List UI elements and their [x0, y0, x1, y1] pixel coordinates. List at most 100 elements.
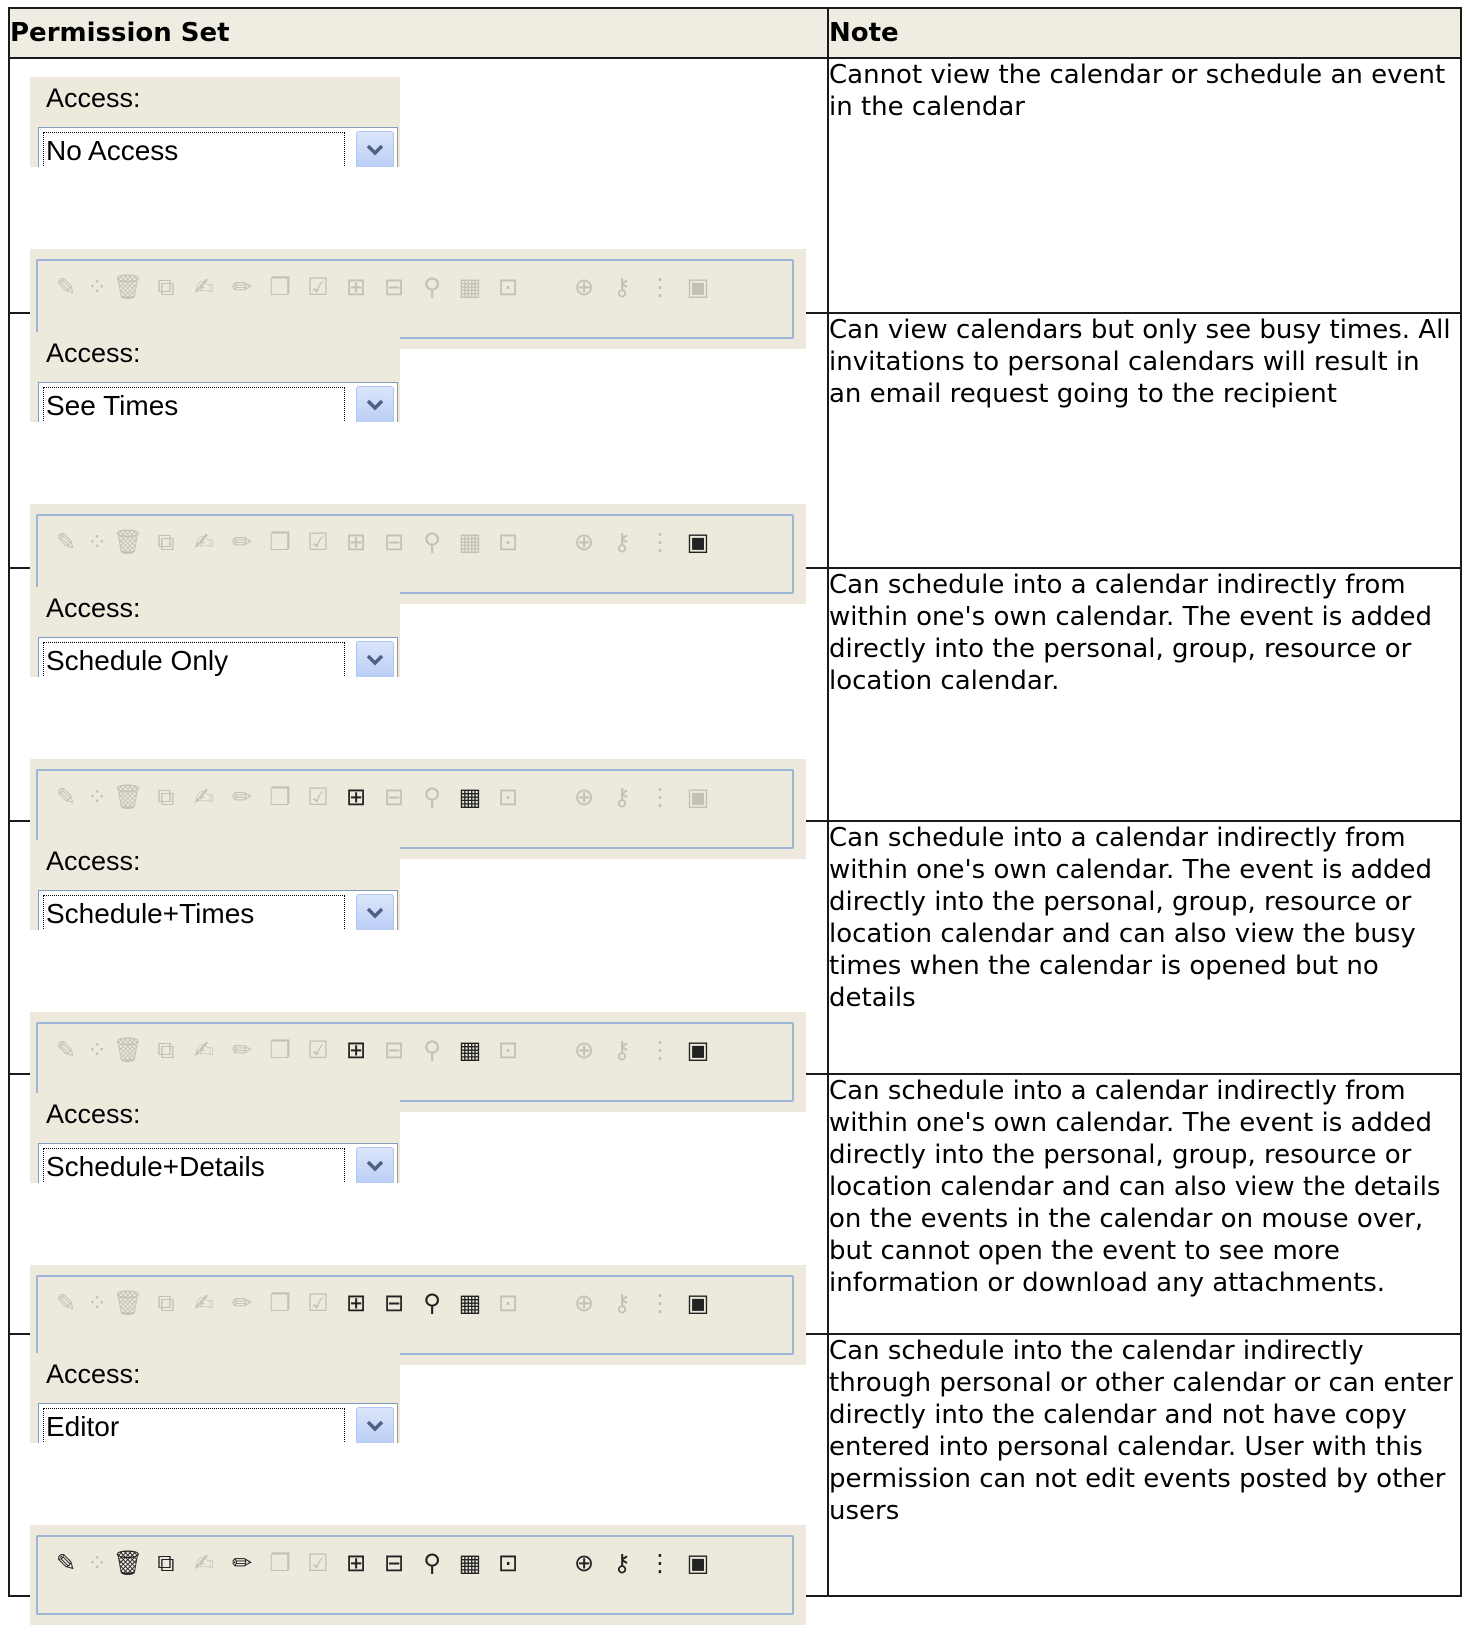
delete-icon[interactable]: 🗑	[112, 271, 144, 303]
users-key-icon[interactable]: ⚷	[606, 1547, 638, 1579]
schedule-info-icon[interactable]: ▦	[454, 1034, 486, 1066]
edit-key-icon[interactable]: ✎	[50, 526, 82, 558]
dot-icon[interactable]: ⁘	[87, 271, 107, 303]
edit-key-icon[interactable]: ✎	[50, 1287, 82, 1319]
dot-icon[interactable]: ⁘	[87, 1287, 107, 1319]
sign-icon[interactable]: ✍	[188, 1547, 220, 1579]
share-calendar-icon[interactable]: ⊡	[492, 1287, 524, 1319]
details-calendar-icon[interactable]: ⊟	[378, 1287, 410, 1319]
pencil-icon[interactable]: ✏	[226, 1287, 258, 1319]
share-calendar-icon[interactable]: ⊡	[492, 781, 524, 813]
edit-key-icon[interactable]: ✎	[50, 781, 82, 813]
details-calendar-icon[interactable]: ⊟	[378, 1547, 410, 1579]
sign-icon[interactable]: ✍	[188, 781, 220, 813]
publish-calendar-icon[interactable]: ▣	[682, 1034, 714, 1066]
duplicate-icon[interactable]: ❐	[264, 781, 296, 813]
schedule-info-icon[interactable]: ▦	[454, 781, 486, 813]
copy-event-icon[interactable]: ⧉	[150, 1034, 182, 1066]
search-icon[interactable]: ⚲	[416, 1287, 448, 1319]
publish-calendar-icon[interactable]: ▣	[682, 271, 714, 303]
search-icon[interactable]: ⚲	[416, 1547, 448, 1579]
delete-info-icon[interactable]: ⊞	[340, 1547, 372, 1579]
pencil-icon[interactable]: ✏	[226, 526, 258, 558]
users-key-icon[interactable]: ⚷	[606, 526, 638, 558]
pencil-icon[interactable]: ✏	[226, 781, 258, 813]
dot-icon[interactable]: ⁘	[87, 1547, 107, 1579]
search-icon[interactable]: ⚲	[416, 271, 448, 303]
search-icon[interactable]: ⚲	[416, 1034, 448, 1066]
details-calendar-icon[interactable]: ⊟	[378, 1034, 410, 1066]
delete-icon[interactable]: 🗑	[112, 1034, 144, 1066]
search-icon[interactable]: ⚲	[416, 526, 448, 558]
share-calendar-icon[interactable]: ⊡	[492, 271, 524, 303]
duplicate-icon[interactable]: ❐	[264, 526, 296, 558]
delete-icon[interactable]: 🗑	[112, 1547, 144, 1579]
chevron-down-icon[interactable]	[356, 641, 394, 679]
user-permission-icon[interactable]: ⊕	[568, 271, 600, 303]
chevron-down-icon[interactable]	[356, 131, 394, 169]
user-permission-icon[interactable]: ⊕	[568, 1547, 600, 1579]
publish-calendar-icon[interactable]: ▣	[682, 781, 714, 813]
sign-icon[interactable]: ✍	[188, 1034, 220, 1066]
edit-key-icon[interactable]: ✎	[50, 1034, 82, 1066]
tree-icon[interactable]: ⋮	[644, 1034, 676, 1066]
users-key-icon[interactable]: ⚷	[606, 271, 638, 303]
delete-info-icon[interactable]: ⊞	[340, 526, 372, 558]
copy-event-icon[interactable]: ⧉	[150, 781, 182, 813]
search-icon[interactable]: ⚲	[416, 781, 448, 813]
sign-icon[interactable]: ✍	[188, 526, 220, 558]
delete-info-icon[interactable]: ⊞	[340, 271, 372, 303]
checkbox-icon[interactable]: ☑	[302, 1034, 334, 1066]
tree-icon[interactable]: ⋮	[644, 526, 676, 558]
dot-icon[interactable]: ⁘	[87, 1034, 107, 1066]
pencil-icon[interactable]: ✏	[226, 271, 258, 303]
dot-icon[interactable]: ⁘	[87, 781, 107, 813]
schedule-info-icon[interactable]: ▦	[454, 1287, 486, 1319]
edit-key-icon[interactable]: ✎	[50, 1547, 82, 1579]
duplicate-icon[interactable]: ❐	[264, 1547, 296, 1579]
checkbox-icon[interactable]: ☑	[302, 1547, 334, 1579]
publish-calendar-icon[interactable]: ▣	[682, 526, 714, 558]
user-permission-icon[interactable]: ⊕	[568, 1034, 600, 1066]
duplicate-icon[interactable]: ❐	[264, 271, 296, 303]
users-key-icon[interactable]: ⚷	[606, 1034, 638, 1066]
duplicate-icon[interactable]: ❐	[264, 1287, 296, 1319]
schedule-info-icon[interactable]: ▦	[454, 526, 486, 558]
delete-info-icon[interactable]: ⊞	[340, 1287, 372, 1319]
details-calendar-icon[interactable]: ⊟	[378, 781, 410, 813]
user-permission-icon[interactable]: ⊕	[568, 1287, 600, 1319]
chevron-down-icon[interactable]	[356, 894, 394, 932]
checkbox-icon[interactable]: ☑	[302, 271, 334, 303]
copy-event-icon[interactable]: ⧉	[150, 526, 182, 558]
chevron-down-icon[interactable]	[356, 1147, 394, 1185]
pencil-icon[interactable]: ✏	[226, 1547, 258, 1579]
sign-icon[interactable]: ✍	[188, 271, 220, 303]
users-key-icon[interactable]: ⚷	[606, 1287, 638, 1319]
copy-event-icon[interactable]: ⧉	[150, 1547, 182, 1579]
publish-calendar-icon[interactable]: ▣	[682, 1547, 714, 1579]
tree-icon[interactable]: ⋮	[644, 1287, 676, 1319]
publish-calendar-icon[interactable]: ▣	[682, 1287, 714, 1319]
schedule-info-icon[interactable]: ▦	[454, 271, 486, 303]
details-calendar-icon[interactable]: ⊟	[378, 271, 410, 303]
delete-icon[interactable]: 🗑	[112, 1287, 144, 1319]
checkbox-icon[interactable]: ☑	[302, 1287, 334, 1319]
share-calendar-icon[interactable]: ⊡	[492, 526, 524, 558]
tree-icon[interactable]: ⋮	[644, 781, 676, 813]
users-key-icon[interactable]: ⚷	[606, 781, 638, 813]
checkbox-icon[interactable]: ☑	[302, 781, 334, 813]
user-permission-icon[interactable]: ⊕	[568, 781, 600, 813]
delete-icon[interactable]: 🗑	[112, 526, 144, 558]
delete-icon[interactable]: 🗑	[112, 781, 144, 813]
delete-info-icon[interactable]: ⊞	[340, 781, 372, 813]
checkbox-icon[interactable]: ☑	[302, 526, 334, 558]
tree-icon[interactable]: ⋮	[644, 271, 676, 303]
sign-icon[interactable]: ✍	[188, 1287, 220, 1319]
dot-icon[interactable]: ⁘	[87, 526, 107, 558]
chevron-down-icon[interactable]	[356, 386, 394, 424]
copy-event-icon[interactable]: ⧉	[150, 271, 182, 303]
share-calendar-icon[interactable]: ⊡	[492, 1034, 524, 1066]
delete-info-icon[interactable]: ⊞	[340, 1034, 372, 1066]
edit-key-icon[interactable]: ✎	[50, 271, 82, 303]
user-permission-icon[interactable]: ⊕	[568, 526, 600, 558]
